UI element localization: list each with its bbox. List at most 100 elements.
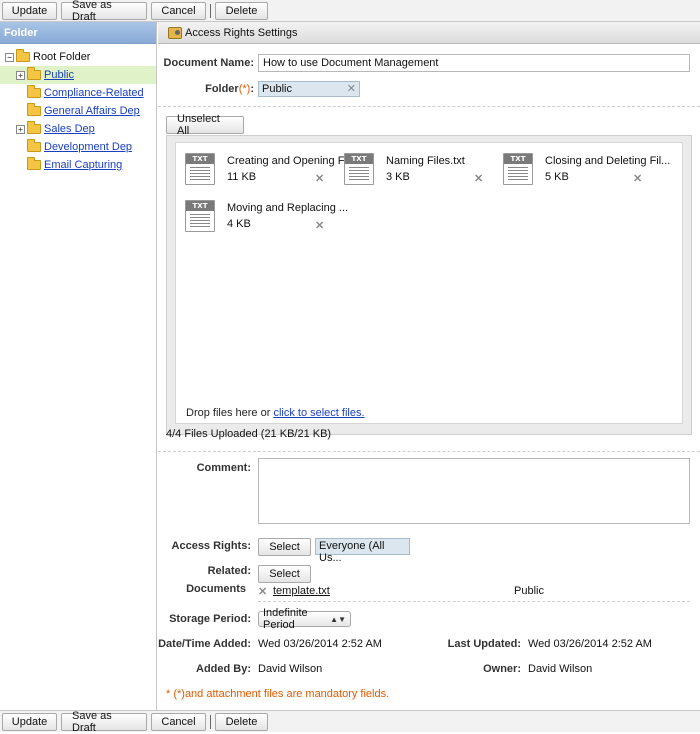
folder-icon xyxy=(27,121,41,134)
attached-file[interactable]: TXT Moving and Replacing ... 4 KB ✕ xyxy=(185,200,349,240)
collapse-icon[interactable]: − xyxy=(5,52,14,62)
divider xyxy=(158,106,700,107)
folder-chip: Public ✕ xyxy=(258,81,360,97)
added-by-value: David Wilson xyxy=(258,663,323,675)
file-size: 11 KB xyxy=(227,171,257,183)
unselect-all-button[interactable]: Unselect All xyxy=(166,113,244,137)
documents-label: Documents xyxy=(186,583,246,595)
last-updated-value: Wed 03/26/2014 2:52 AM xyxy=(528,638,652,650)
txt-file-icon: TXT xyxy=(344,153,374,185)
toolbar-divider xyxy=(210,714,211,729)
tree-item-label[interactable]: Development Dep xyxy=(44,141,132,153)
related-document-link[interactable]: template.txt xyxy=(273,585,330,597)
folder-label-colon: : xyxy=(250,83,254,95)
file-list: TXT Creating and Opening F... 11 KB ✕ TX… xyxy=(175,142,683,424)
folder-icon xyxy=(27,85,41,98)
tree-root[interactable]: − Root Folder xyxy=(0,48,156,66)
date-added-value: Wed 03/26/2014 2:52 AM xyxy=(258,638,382,650)
folder-open-icon xyxy=(16,49,30,62)
upload-status: 4/4 Files Uploaded (21 KB/21 KB) xyxy=(166,428,332,440)
expand-icon[interactable]: + xyxy=(16,70,25,80)
save-draft-button[interactable]: Save as Draft xyxy=(61,710,147,734)
file-size: 5 KB xyxy=(545,171,569,183)
tree-item-email-capturing[interactable]: Email Capturing xyxy=(0,156,156,174)
file-name: Creating and Opening F... xyxy=(227,155,353,167)
tree-item-label[interactable]: Email Capturing xyxy=(44,159,122,171)
drop-instructions: Drop files here or click to select files… xyxy=(186,407,365,419)
dropdown-arrow-icon: ▲▼ xyxy=(330,614,346,624)
toolbar-divider xyxy=(210,3,211,18)
owner-label: Owner: xyxy=(483,663,521,675)
tab-label: Access Rights Settings xyxy=(185,26,298,39)
attached-file[interactable]: TXT Naming Files.txt 3 KB ✕ xyxy=(344,153,504,193)
remove-file-icon[interactable]: ✕ xyxy=(315,172,324,185)
access-rights-select-button[interactable]: Select xyxy=(258,538,311,556)
remove-file-icon[interactable]: ✕ xyxy=(315,219,324,232)
tree-item-general-affairs[interactable]: General Affairs Dep xyxy=(0,102,156,120)
document-name-input[interactable]: How to use Document Management xyxy=(258,54,690,72)
attachment-dropzone[interactable]: TXT Creating and Opening F... 11 KB ✕ TX… xyxy=(166,135,692,435)
document-name-label: Document Name: xyxy=(163,57,254,69)
folder-sidebar: Folder − Root Folder + Public Compliance… xyxy=(0,22,157,710)
divider xyxy=(258,601,690,602)
remove-related-icon[interactable]: ✕ xyxy=(258,585,267,598)
storage-period-select[interactable]: Indefinite Period ▲▼ xyxy=(258,607,351,631)
tree-item-compliance[interactable]: Compliance-Related xyxy=(0,84,156,102)
update-button[interactable]: Update xyxy=(2,1,57,20)
txt-file-icon: TXT xyxy=(185,200,215,232)
tree-item-label[interactable]: General Affairs Dep xyxy=(44,105,140,117)
tab-access-rights[interactable]: Access Rights Settings xyxy=(168,26,298,39)
comment-label: Comment: xyxy=(196,462,251,474)
file-name: Moving and Replacing ... xyxy=(227,202,349,214)
remove-file-icon[interactable]: ✕ xyxy=(474,172,483,185)
delete-button[interactable]: Delete xyxy=(215,712,268,731)
storage-period-label: Storage Period: xyxy=(169,613,251,625)
key-icon xyxy=(168,26,182,39)
folder-icon xyxy=(27,103,41,116)
cancel-button[interactable]: Cancel xyxy=(151,712,206,731)
comment-textarea[interactable] xyxy=(258,458,690,524)
tree-root-label: Root Folder xyxy=(33,51,91,63)
file-name: Closing and Deleting Fil... xyxy=(545,155,671,167)
storage-period-value: Indefinite Period xyxy=(263,607,308,631)
required-marker: (*) xyxy=(238,83,251,95)
access-rights-chip: Everyone (All Us... xyxy=(315,538,410,564)
sidebar-title: Folder xyxy=(0,22,156,44)
related-label: Related: xyxy=(207,565,251,577)
related-select-button[interactable]: Select xyxy=(258,565,311,583)
remove-icon[interactable]: ✕ xyxy=(347,82,356,95)
top-toolbar: Update Save as Draft Cancel Delete xyxy=(0,0,700,23)
folder-label: Folder(*): xyxy=(158,83,254,95)
folder-icon xyxy=(27,139,41,152)
file-name: Naming Files.txt xyxy=(386,155,465,167)
file-size: 4 KB xyxy=(227,218,251,230)
delete-button[interactable]: Delete xyxy=(215,1,268,20)
tree-item-label[interactable]: Compliance-Related xyxy=(44,87,144,99)
folder-tree: − Root Folder + Public Compliance-Relate… xyxy=(0,44,156,174)
related-document-folder: Public xyxy=(514,585,544,597)
remove-file-icon[interactable]: ✕ xyxy=(633,172,642,185)
tab-bar: Access Rights Settings xyxy=(158,22,700,44)
access-rights-label: Access Rights: xyxy=(171,540,251,552)
cancel-button[interactable]: Cancel xyxy=(151,1,206,20)
folder-label-text: Folder xyxy=(205,83,239,95)
tree-item-label[interactable]: Sales Dep xyxy=(44,123,95,135)
txt-file-icon: TXT xyxy=(185,153,215,185)
update-button[interactable]: Update xyxy=(2,712,57,731)
save-draft-button[interactable]: Save as Draft xyxy=(61,0,147,23)
divider xyxy=(158,451,700,452)
owner-value: David Wilson xyxy=(528,663,593,675)
folder-icon xyxy=(27,67,41,80)
file-size: 3 KB xyxy=(386,171,410,183)
select-files-link[interactable]: click to select files. xyxy=(273,407,364,419)
last-updated-label: Last Updated: xyxy=(447,638,521,650)
attached-file[interactable]: TXT Creating and Opening F... 11 KB ✕ xyxy=(185,153,352,193)
tree-item-public[interactable]: + Public xyxy=(0,66,156,84)
attached-file[interactable]: TXT Closing and Deleting Fil... 5 KB ✕ xyxy=(503,153,670,193)
expand-icon[interactable]: + xyxy=(16,124,25,134)
bottom-toolbar: Update Save as Draft Cancel Delete xyxy=(0,710,700,734)
tree-item-development[interactable]: Development Dep xyxy=(0,138,156,156)
tree-item-label[interactable]: Public xyxy=(44,69,74,81)
tree-item-sales[interactable]: + Sales Dep xyxy=(0,120,156,138)
mandatory-note: * (*)and attachment files are mandatory … xyxy=(166,688,390,700)
